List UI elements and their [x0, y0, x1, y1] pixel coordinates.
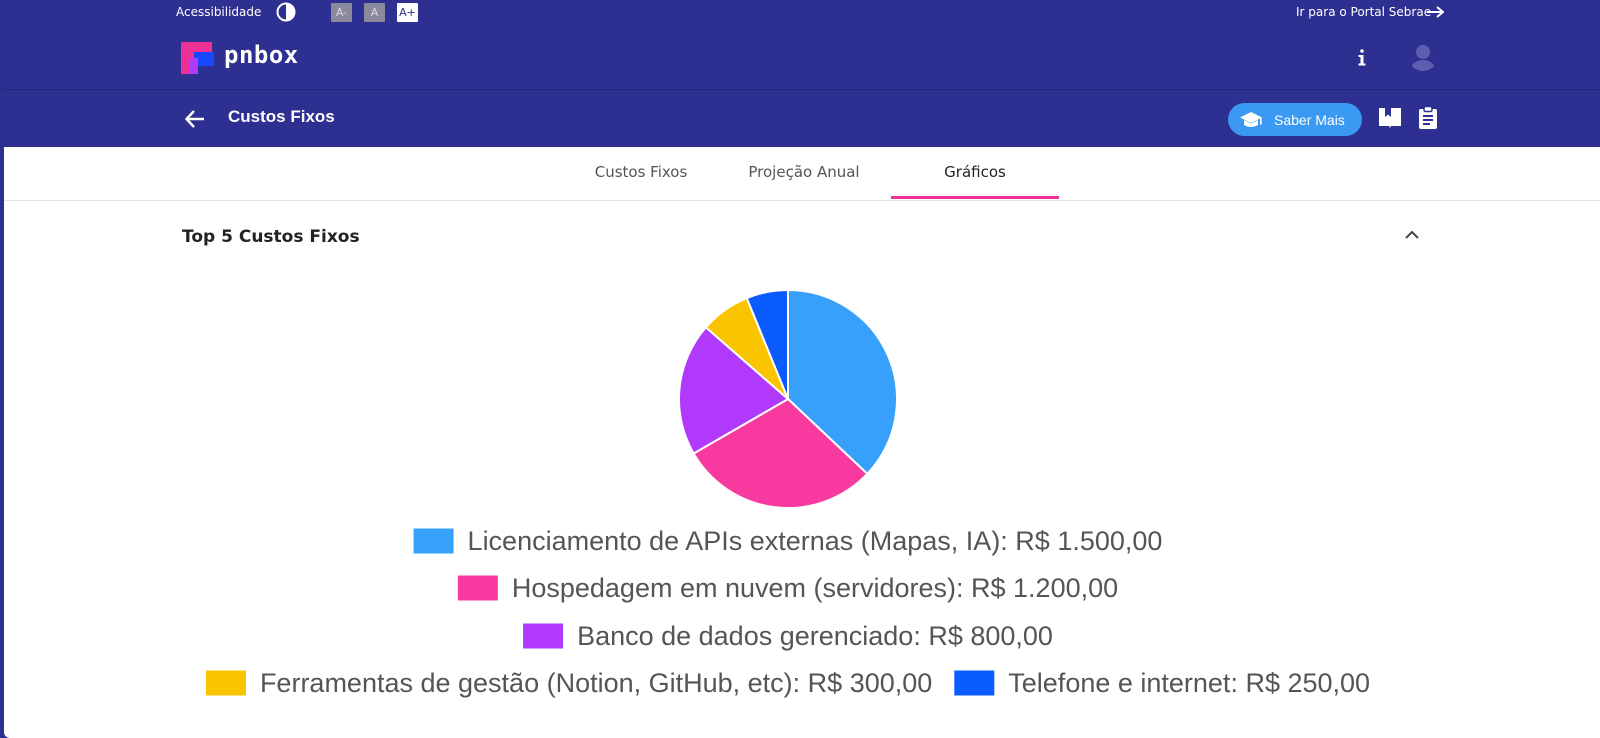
user-avatar-icon[interactable] — [1408, 41, 1438, 71]
contrast-toggle-icon[interactable] — [276, 2, 296, 22]
saber-mais-label: Saber Mais — [1274, 112, 1345, 128]
page-title: Custos Fixos — [228, 107, 335, 126]
back-arrow-icon[interactable] — [184, 108, 206, 130]
arrow-right-icon[interactable] — [1426, 5, 1444, 19]
tab-graficos[interactable]: Gráficos — [891, 147, 1059, 199]
chevron-up-icon[interactable] — [1404, 228, 1420, 240]
tab-projecao-anual[interactable]: Projeção Anual — [739, 147, 869, 198]
accessibility-bar: Acessibilidade A- A A+ Ir para o Portal … — [4, 0, 1600, 26]
book-icon[interactable] — [1378, 106, 1402, 130]
font-default-button[interactable]: A — [364, 3, 385, 22]
legend-swatch-1[interactable] — [457, 575, 498, 601]
panel-title: Top 5 Custos Fixos — [182, 227, 360, 247]
page-toolbar: Custos Fixos Saber Mais — [4, 90, 1600, 147]
saber-mais-button[interactable]: Saber Mais — [1228, 103, 1362, 136]
legend-label-4[interactable]: Telefone e internet: R$ 250,00 — [1008, 668, 1370, 698]
pie-chart: Licenciamento de APIs externas (Mapas, I… — [205, 288, 1370, 698]
legend-label-0[interactable]: Licenciamento de APIs externas (Mapas, I… — [468, 526, 1163, 556]
app-page: Acessibilidade A- A A+ Ir para o Portal … — [4, 0, 1600, 738]
legend-swatch-4[interactable] — [954, 670, 995, 696]
tab-bar: Custos Fixos Projeção Anual Gráficos — [4, 147, 1600, 201]
portal-sebrae-link[interactable]: Ir para o Portal Sebrae — [1296, 5, 1431, 19]
legend-swatch-3[interactable] — [205, 670, 246, 696]
info-icon[interactable] — [1355, 45, 1369, 69]
app-header: pnbox — [4, 26, 1600, 90]
legend-swatch-0[interactable] — [413, 528, 454, 554]
tab-custos-fixos[interactable]: Custos Fixos — [578, 147, 704, 198]
legend-swatch-2[interactable] — [523, 623, 564, 649]
font-increase-button[interactable]: A+ — [397, 3, 418, 22]
legend-label-2[interactable]: Banco de dados gerenciado: R$ 800,00 — [577, 621, 1053, 651]
graduation-cap-icon — [1240, 112, 1262, 127]
font-decrease-button[interactable]: A- — [331, 3, 352, 22]
legend-label-3[interactable]: Ferramentas de gestão (Notion, GitHub, e… — [260, 668, 932, 698]
clipboard-icon[interactable] — [1417, 106, 1439, 130]
logo-text[interactable]: pnbox — [224, 41, 299, 69]
pnbox-logo-icon[interactable] — [181, 42, 215, 74]
legend-label-1[interactable]: Hospedagem em nuvem (servidores): R$ 1.2… — [512, 573, 1118, 603]
accessibility-label: Acessibilidade — [176, 5, 262, 19]
